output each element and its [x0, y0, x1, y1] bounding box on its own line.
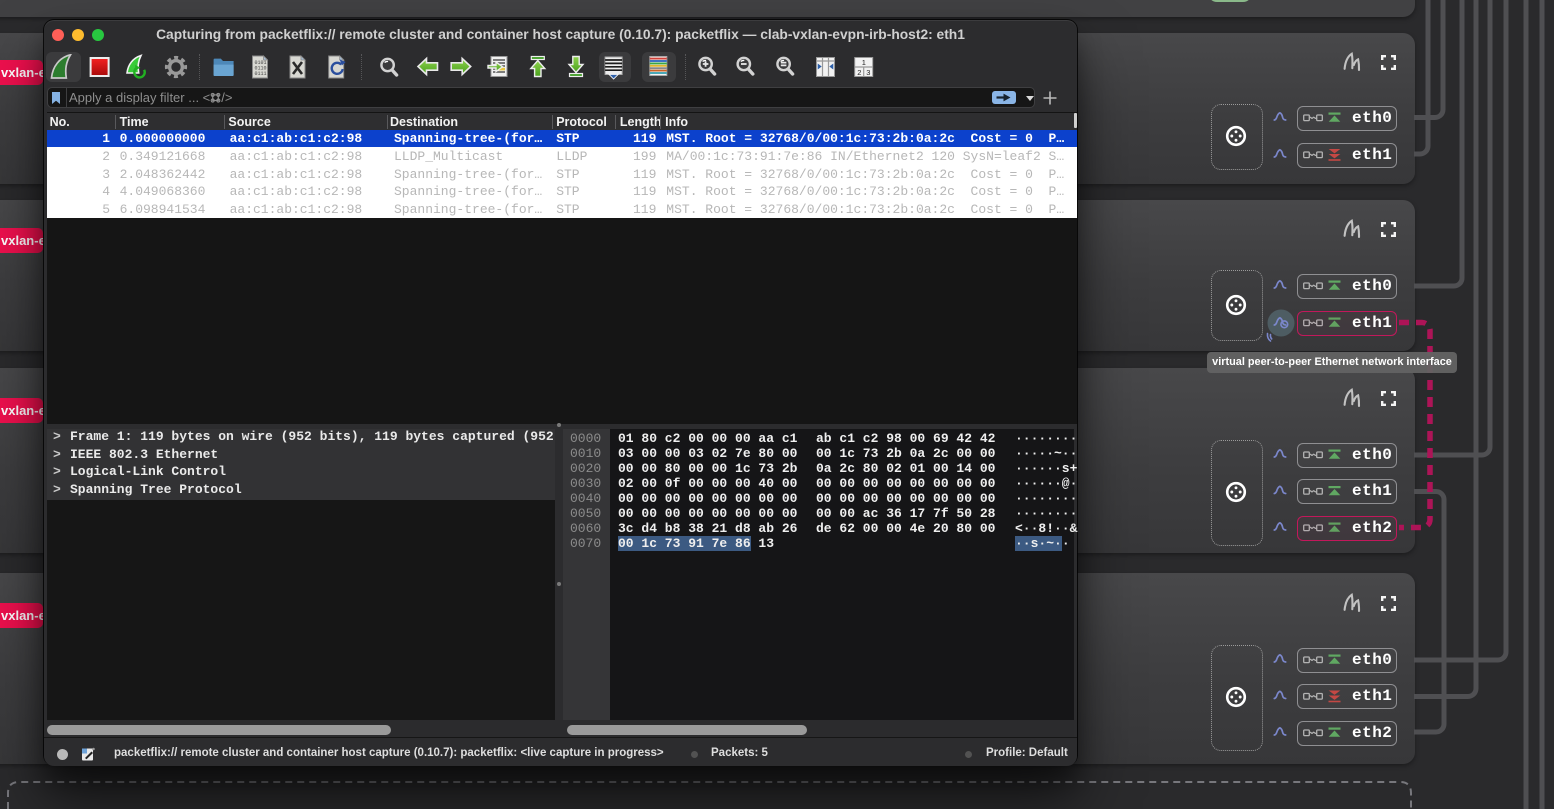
svg-text:1: 1	[862, 58, 866, 67]
svg-text:0111: 0111	[255, 71, 267, 77]
svg-text:3: 3	[866, 68, 870, 77]
svg-text:2: 2	[857, 68, 861, 77]
